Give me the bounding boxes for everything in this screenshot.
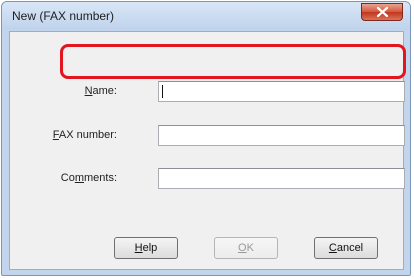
close-button[interactable] [361,3,403,21]
title-bar[interactable]: New (FAX number) [2,2,410,30]
ok-button[interactable]: OK [214,237,278,259]
cancel-button[interactable]: Cancel [314,237,378,259]
fax-number-input[interactable] [158,125,405,146]
comments-input[interactable] [158,168,405,189]
dialog-window: New (FAX number) Name: FAX number: Comme… [1,1,411,276]
help-button[interactable]: Help [114,237,178,259]
dialog-title: New (FAX number) [12,9,115,23]
fax-number-label: FAX number: [52,129,117,141]
name-field-highlight [60,44,406,79]
comments-label: Comments: [60,172,117,184]
text-caret [162,85,163,98]
name-input[interactable] [158,81,405,102]
close-icon [377,7,388,17]
name-label: Name: [84,85,117,97]
